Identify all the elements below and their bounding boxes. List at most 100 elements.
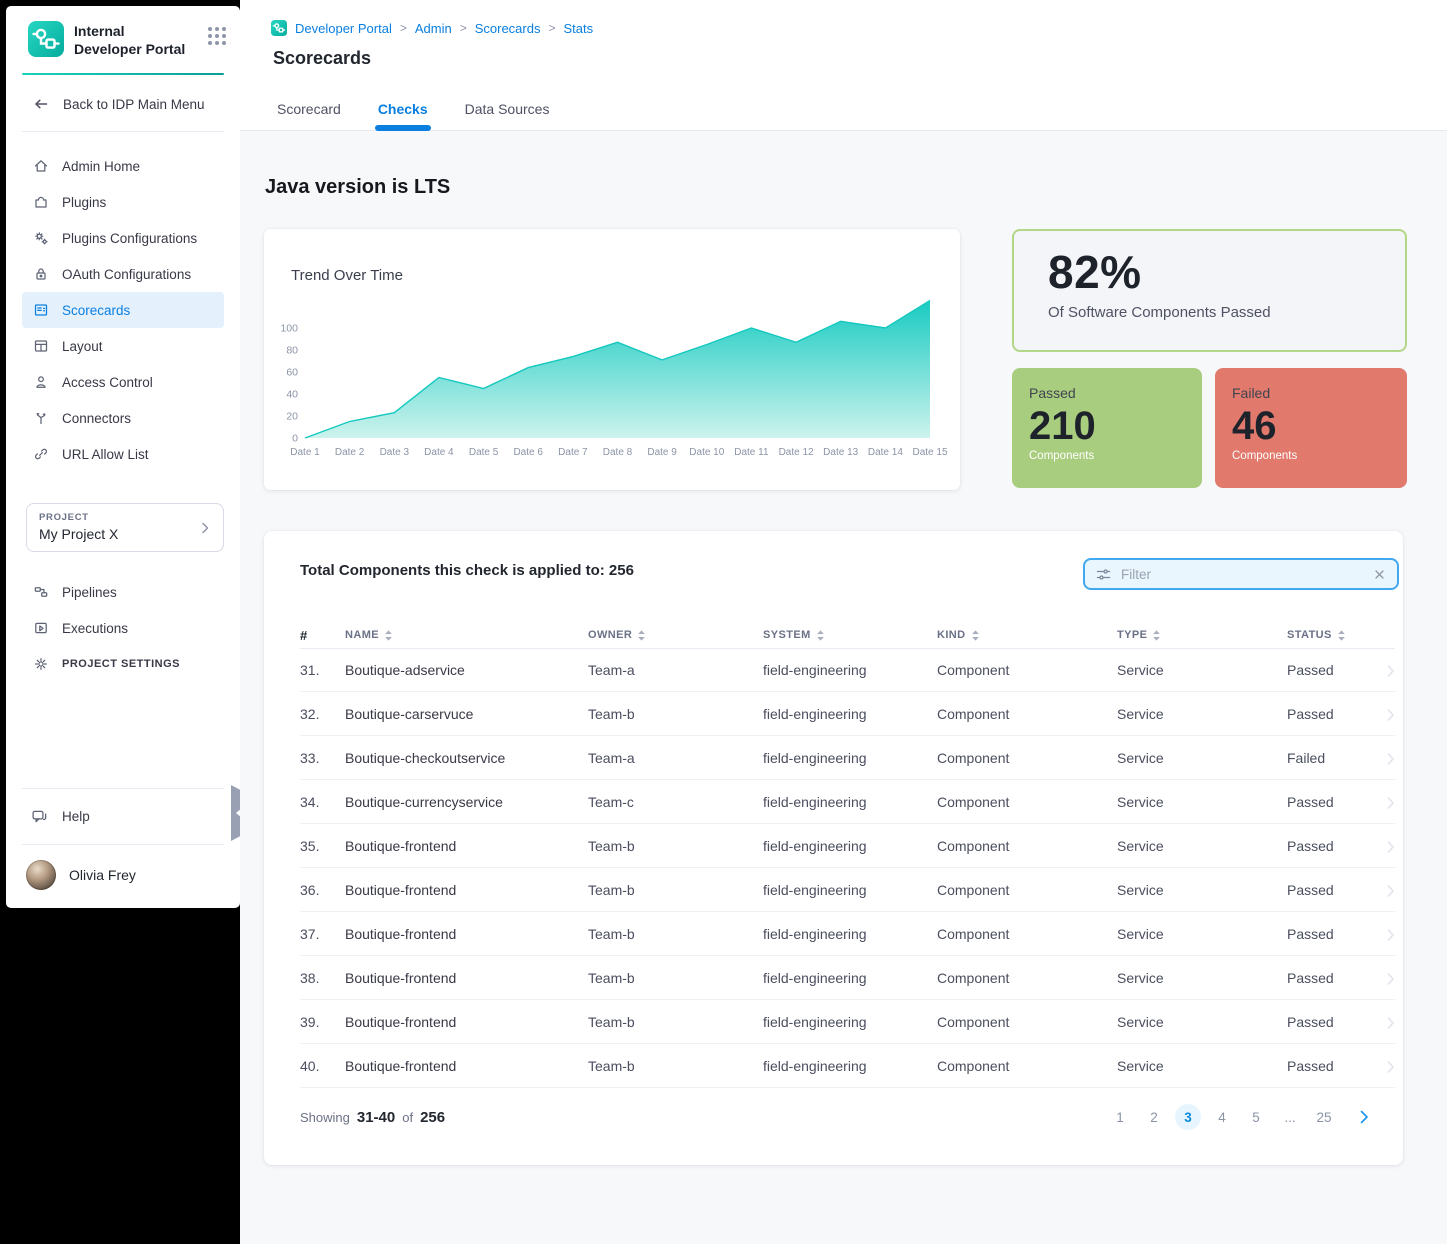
page-button-2[interactable]: 2: [1141, 1104, 1167, 1130]
cell-kind: Component: [937, 662, 1117, 678]
column-header-type[interactable]: TYPE: [1117, 629, 1287, 642]
cell-status: Passed: [1287, 926, 1395, 942]
sidebar-item-scorecards[interactable]: Scorecards: [22, 292, 224, 328]
table-row[interactable]: 38.Boutique-frontendTeam-bfield-engineer…: [300, 956, 1395, 1000]
sidebar-item-label: PROJECT SETTINGS: [62, 658, 180, 670]
failed-value: 46: [1232, 403, 1407, 449]
sidebar-item-executions[interactable]: Executions: [22, 610, 224, 646]
scorecards-icon: [33, 302, 49, 318]
sidebar-item-url-allow-list[interactable]: URL Allow List: [22, 436, 224, 472]
x-tick-label: Date 4: [424, 447, 454, 458]
trend-chart-card: Trend Over Time 020406080100Date 1Date 2…: [264, 229, 960, 490]
next-page-icon[interactable]: [1351, 1104, 1377, 1130]
page-button-5[interactable]: 5: [1243, 1104, 1269, 1130]
page-button-3[interactable]: 3: [1175, 1104, 1201, 1130]
column-label: STATUS: [1287, 629, 1332, 641]
table-row[interactable]: 31.Boutique-adserviceTeam-afield-enginee…: [300, 648, 1395, 692]
sort-icon[interactable]: [637, 629, 646, 642]
breadcrumb-separator: >: [400, 21, 407, 35]
column-header-name[interactable]: NAME: [345, 629, 588, 642]
sidebar-item-plugins-configurations[interactable]: Plugins Configurations: [22, 220, 224, 256]
sort-icon[interactable]: [1337, 629, 1346, 642]
tab-checks[interactable]: Checks: [378, 101, 428, 129]
user-menu[interactable]: Olivia Frey: [6, 845, 240, 908]
table-row[interactable]: 34.Boutique-currencyserviceTeam-cfield-e…: [300, 780, 1395, 824]
gears-icon: [33, 230, 49, 246]
cell-system: field-engineering: [763, 1058, 937, 1074]
cell-system: field-engineering: [763, 926, 937, 942]
tab-data-sources[interactable]: Data Sources: [465, 101, 550, 129]
failed-label: Failed: [1232, 385, 1407, 401]
cell-name: Boutique-currencyservice: [345, 794, 588, 810]
sidebar-item-label: Admin Home: [62, 159, 140, 174]
column-header-kind[interactable]: KIND: [937, 629, 1117, 642]
executions-icon: [33, 620, 49, 636]
table-row[interactable]: 35.Boutique-frontendTeam-bfield-engineer…: [300, 824, 1395, 868]
sidebar-item-project-settings[interactable]: PROJECT SETTINGS: [22, 646, 224, 682]
table-row[interactable]: 37.Boutique-frontendTeam-bfield-engineer…: [300, 912, 1395, 956]
sidebar-item-access-control[interactable]: Access Control: [22, 364, 224, 400]
cell-owner: Team-a: [588, 750, 763, 766]
layout-icon: [33, 338, 49, 354]
sidebar-item-admin-home[interactable]: Admin Home: [22, 148, 224, 184]
row-index: 31.: [300, 662, 345, 678]
app-grid-icon[interactable]: [208, 27, 226, 45]
breadcrumb-separator: >: [460, 21, 467, 35]
filter-input[interactable]: [1121, 567, 1363, 582]
page-button-25[interactable]: 25: [1311, 1104, 1337, 1130]
table-title: Total Components this check is applied t…: [300, 562, 634, 579]
showing-range: 31-40: [357, 1109, 395, 1126]
table-row[interactable]: 36.Boutique-frontendTeam-bfield-engineer…: [300, 868, 1395, 912]
passed-value: 210: [1029, 403, 1202, 449]
sort-icon[interactable]: [971, 629, 980, 642]
chevron-right-icon: [197, 520, 213, 536]
column-header-index[interactable]: #: [300, 628, 345, 643]
filter-sliders-icon: [1095, 566, 1112, 583]
cell-owner: Team-c: [588, 794, 763, 810]
y-tick-label: 100: [280, 323, 298, 335]
column-header-status[interactable]: STATUS: [1287, 629, 1395, 642]
column-header-system[interactable]: SYSTEM: [763, 629, 937, 642]
breadcrumb-scorecards[interactable]: Scorecards: [475, 21, 541, 36]
check-title: Java version is LTS: [265, 176, 450, 199]
breadcrumb-admin[interactable]: Admin: [415, 21, 452, 36]
sidebar-item-plugins[interactable]: Plugins: [22, 184, 224, 220]
row-chevron-icon: [1383, 1015, 1397, 1029]
table-row[interactable]: 40.Boutique-frontendTeam-bfield-engineer…: [300, 1044, 1395, 1088]
table-row[interactable]: 32.Boutique-carservuceTeam-bfield-engine…: [300, 692, 1395, 736]
link-icon: [33, 446, 49, 462]
sort-icon[interactable]: [384, 629, 393, 642]
sidebar-header: Internal Developer Portal: [6, 6, 240, 73]
column-label: SYSTEM: [763, 629, 811, 641]
column-header-owner[interactable]: OWNER: [588, 629, 763, 642]
table-row[interactable]: 33.Boutique-checkoutserviceTeam-afield-e…: [300, 736, 1395, 780]
y-tick-label: 40: [286, 389, 298, 401]
sidebar-item-label: Scorecards: [62, 303, 130, 318]
cell-kind: Component: [937, 706, 1117, 722]
sidebar-item-label: Connectors: [62, 411, 131, 426]
cell-owner: Team-a: [588, 662, 763, 678]
table-row[interactable]: 39.Boutique-frontendTeam-bfield-engineer…: [300, 1000, 1395, 1044]
cell-type: Service: [1117, 1058, 1287, 1074]
back-to-main-menu[interactable]: Back to IDP Main Menu: [6, 75, 240, 131]
sidebar-item-layout[interactable]: Layout: [22, 328, 224, 364]
help-button[interactable]: Help: [6, 789, 240, 844]
idp-logo-icon: [28, 21, 64, 62]
sort-icon[interactable]: [1152, 629, 1161, 642]
sidebar-item-connectors[interactable]: Connectors: [22, 400, 224, 436]
breadcrumb-stats[interactable]: Stats: [563, 21, 593, 36]
breadcrumb-developer-portal[interactable]: Developer Portal: [295, 21, 392, 36]
sort-icon[interactable]: [816, 629, 825, 642]
sidebar-item-oauth-configurations[interactable]: OAuth Configurations: [22, 256, 224, 292]
page-button-4[interactable]: 4: [1209, 1104, 1235, 1130]
cell-owner: Team-b: [588, 706, 763, 722]
page-button-1[interactable]: 1: [1107, 1104, 1133, 1130]
clear-filter-icon[interactable]: [1372, 567, 1387, 582]
project-selector[interactable]: PROJECT My Project X: [26, 503, 224, 552]
x-tick-label: Date 11: [734, 447, 769, 458]
tab-scorecard[interactable]: Scorecard: [277, 101, 341, 129]
main-content: Developer Portal>Admin>Scorecards>Stats …: [240, 0, 1447, 1244]
cell-status: Passed: [1287, 1014, 1395, 1030]
cell-kind: Component: [937, 794, 1117, 810]
sidebar-item-pipelines[interactable]: Pipelines: [22, 574, 224, 610]
